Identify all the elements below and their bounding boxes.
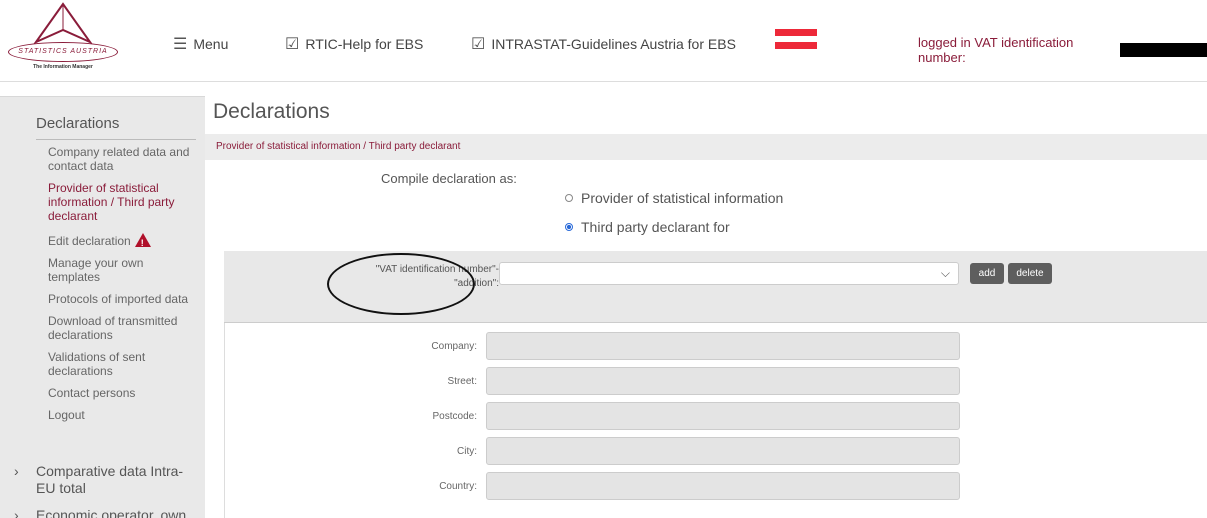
- radio-selected-icon: [565, 223, 573, 231]
- sidebar-heading: Declarations: [36, 115, 120, 132]
- chevron-right-icon: ›: [14, 507, 19, 518]
- app-header: STATISTICS AUSTRIA The Information Manag…: [0, 0, 1207, 82]
- country-label: Country:: [439, 481, 477, 492]
- sidebar-item-edit-declaration[interactable]: Edit declaration!: [48, 231, 198, 248]
- postcode-field: [486, 402, 960, 430]
- radio-third-party[interactable]: Third party declarant for: [565, 219, 730, 235]
- compile-declaration-label: Compile declaration as:: [381, 171, 517, 186]
- sidebar-group-label: Economic operator, own: [36, 507, 187, 518]
- logo-triangle-icon: [33, 2, 93, 44]
- sidebar-menu: Company related data and contact data Pr…: [48, 145, 198, 430]
- sidebar-group-comparative[interactable]: › Comparative data Intra-EU total: [14, 463, 199, 497]
- intrastat-guidelines-label: INTRASTAT-Guidelines Austria for EBS: [491, 36, 736, 52]
- hamburger-icon: ☰: [173, 36, 188, 53]
- sidebar-item-contact-persons[interactable]: Contact persons: [48, 386, 198, 400]
- highlight-ellipse: [327, 253, 475, 315]
- street-field: [486, 367, 960, 395]
- sidebar: Declarations Company related data and co…: [0, 96, 205, 518]
- radio-third-party-label: Third party declarant for: [581, 219, 730, 235]
- austria-flag-icon[interactable]: [775, 29, 817, 49]
- rtic-help-link[interactable]: ☑ RTIC-Help for EBS: [285, 34, 423, 54]
- postcode-row: Postcode:: [224, 402, 960, 430]
- company-label: Company:: [431, 341, 477, 352]
- chevron-down-icon: ⌵: [940, 266, 950, 280]
- login-status: logged in VAT identification number:: [918, 35, 1207, 65]
- city-field: [486, 437, 960, 465]
- logo-subtitle: The Information Manager: [33, 64, 93, 70]
- page-title: Declarations: [213, 100, 330, 123]
- street-row: Street:: [224, 367, 960, 395]
- sidebar-item-label: Edit declaration: [48, 234, 131, 248]
- sidebar-divider: [36, 139, 196, 140]
- vat-identification-select[interactable]: ⌵: [499, 262, 959, 285]
- menu-button[interactable]: ☰ Menu: [173, 34, 228, 54]
- sidebar-item-validations[interactable]: Validations of sent declarations: [48, 350, 198, 378]
- sidebar-item-provider[interactable]: Provider of statistical information / Th…: [48, 181, 198, 223]
- delete-button[interactable]: delete: [1008, 263, 1052, 284]
- rtic-help-label: RTIC-Help for EBS: [305, 36, 424, 52]
- country-field: [486, 472, 960, 500]
- sidebar-item-logout[interactable]: Logout: [48, 408, 198, 422]
- logo-text: STATISTICS AUSTRIA: [8, 42, 118, 62]
- radio-provider[interactable]: Provider of statistical information: [565, 190, 783, 206]
- breadcrumb: Provider of statistical information / Th…: [216, 141, 461, 152]
- radio-unselected-icon: [565, 194, 573, 202]
- chevron-right-icon: ›: [14, 463, 19, 479]
- statistics-austria-logo[interactable]: STATISTICS AUSTRIA The Information Manag…: [8, 2, 118, 74]
- intrastat-guidelines-link[interactable]: ☑ INTRASTAT-Guidelines Austria for EBS: [471, 34, 736, 54]
- street-label: Street:: [447, 376, 477, 387]
- postcode-label: Postcode:: [432, 411, 477, 422]
- add-button[interactable]: add: [970, 263, 1004, 284]
- sidebar-item-company-data[interactable]: Company related data and contact data: [48, 145, 198, 173]
- city-label: City:: [457, 446, 477, 457]
- country-row: Country:: [224, 472, 960, 500]
- login-label: logged in VAT identification number:: [918, 35, 1074, 65]
- company-row: Company:: [224, 332, 960, 360]
- redacted-vat-number: [1120, 43, 1207, 57]
- radio-provider-label: Provider of statistical information: [581, 190, 784, 206]
- breadcrumb-bar: Provider of statistical information / Th…: [205, 134, 1207, 160]
- company-field: [486, 332, 960, 360]
- sidebar-group-label: Comparative data Intra-EU total: [36, 463, 184, 496]
- sidebar-item-protocols[interactable]: Protocols of imported data: [48, 292, 198, 306]
- menu-label: Menu: [193, 36, 229, 52]
- sidebar-item-download[interactable]: Download of transmitted declarations: [48, 314, 198, 342]
- sidebar-group-economic-operator[interactable]: › Economic operator, own: [14, 507, 199, 518]
- calendar-check-icon: ☑: [471, 36, 486, 53]
- warning-icon: !: [134, 233, 151, 248]
- city-row: City:: [224, 437, 960, 465]
- sidebar-item-templates[interactable]: Manage your own templates: [48, 256, 198, 284]
- calendar-check-icon: ☑: [285, 36, 300, 53]
